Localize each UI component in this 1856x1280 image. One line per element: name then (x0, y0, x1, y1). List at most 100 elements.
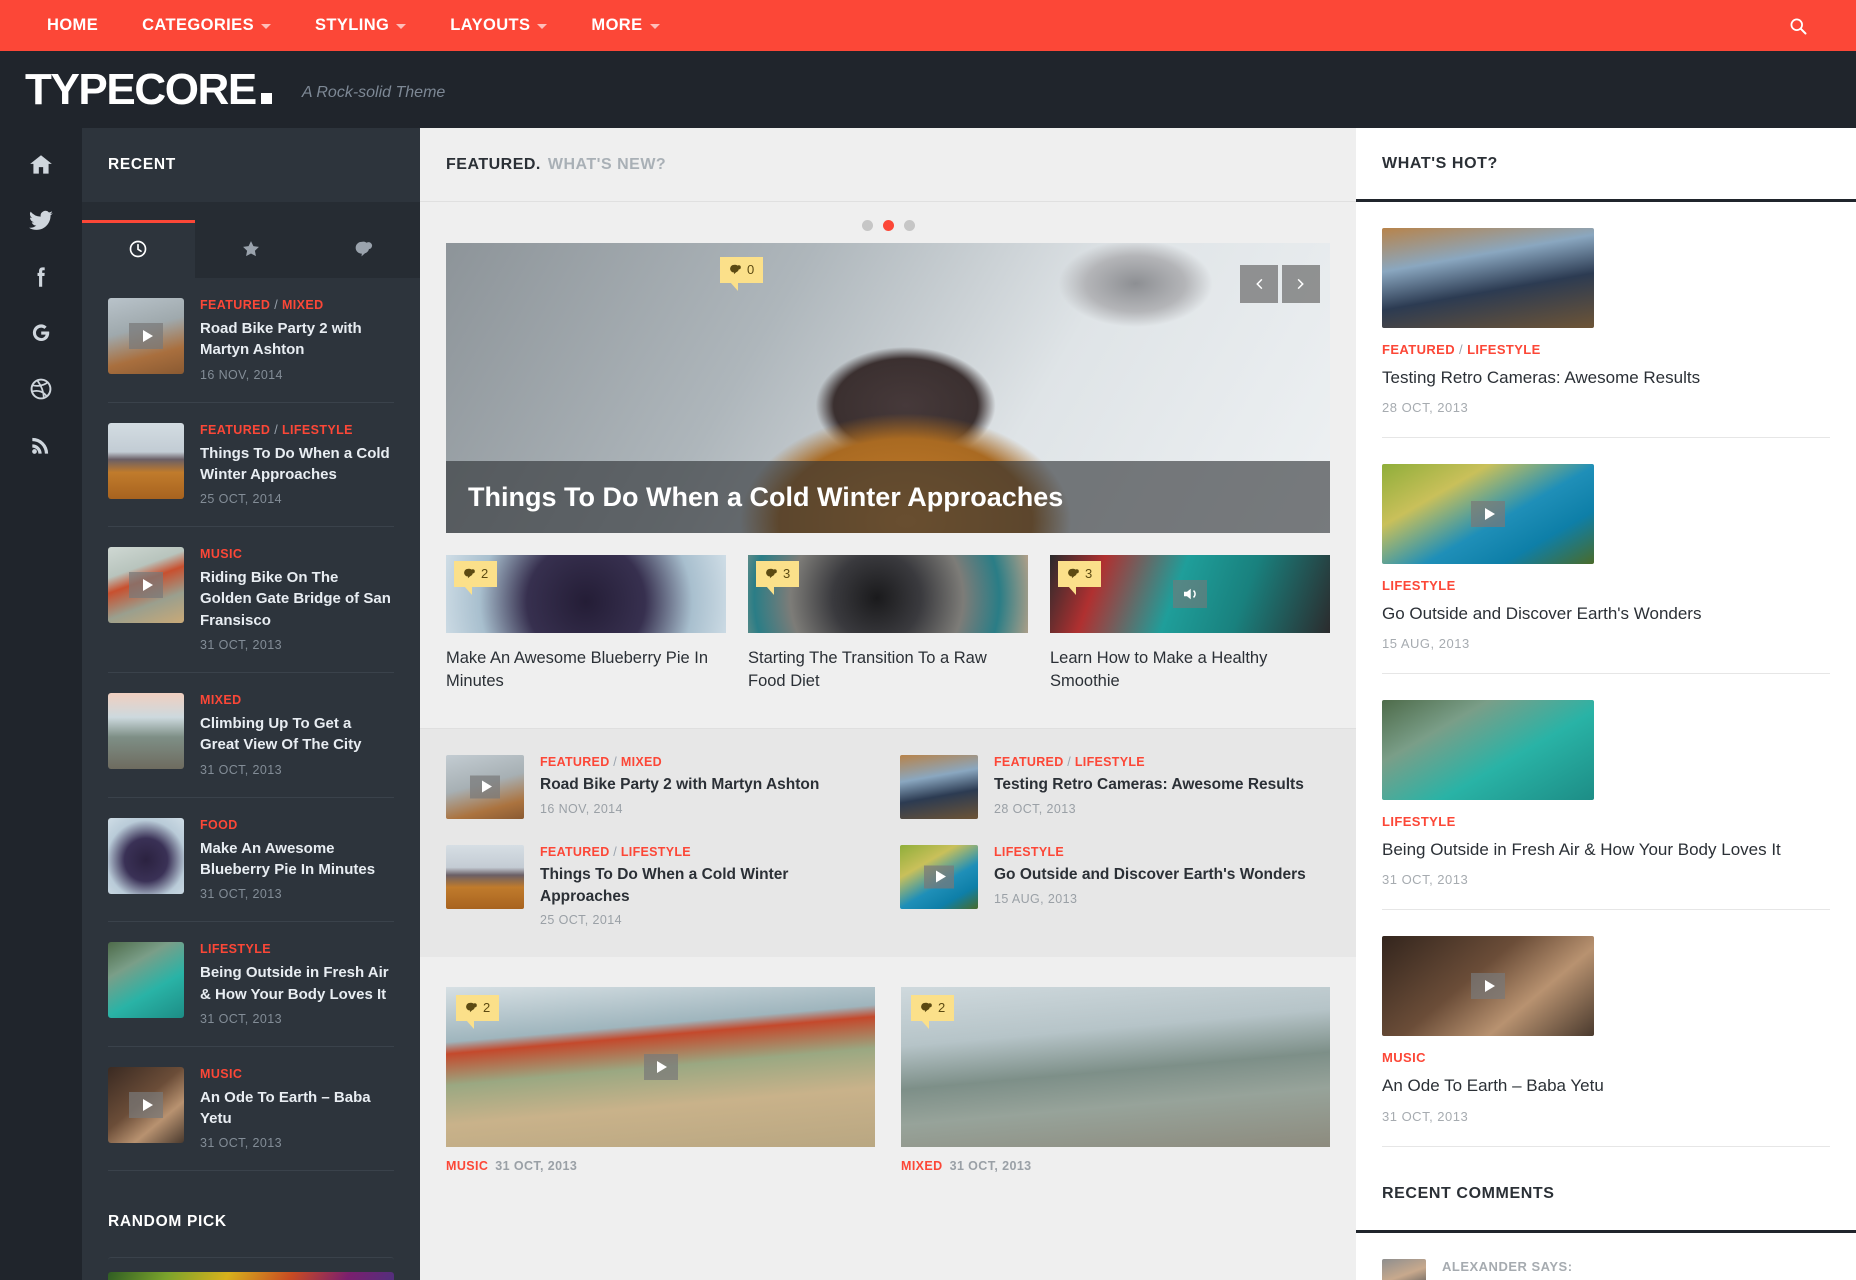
comment-count-badge[interactable]: 3 (1058, 561, 1101, 587)
category-label: FEATURED (540, 755, 610, 769)
thumb-title[interactable]: Make An Awesome Blueberry Pie In Minutes (446, 647, 726, 694)
play-icon[interactable] (1471, 973, 1505, 999)
post-title[interactable]: Climbing Up To Get a Great View Of The C… (200, 713, 394, 756)
play-icon[interactable] (470, 775, 500, 798)
list-item[interactable]: MUSIC An Ode To Earth – Baba Yetu 31 OCT… (108, 1047, 394, 1172)
post-title[interactable]: Road Bike Party 2 with Martyn Ashton (540, 774, 876, 796)
post-title[interactable]: Things To Do When a Cold Winter Approach… (200, 443, 394, 486)
post-categories[interactable]: LIFESTYLE (994, 845, 1330, 859)
search-button[interactable] (1776, 0, 1820, 51)
tab-popular[interactable] (195, 220, 308, 278)
featured-slide-image[interactable]: Things To Do When a Cold Winter Approach… (446, 243, 1330, 533)
recent-comments-header: RECENT COMMENTS (1356, 1159, 1856, 1233)
list-item[interactable]: FEATURED / LIFESTYLE Testing Retro Camer… (1382, 202, 1830, 438)
play-icon[interactable] (129, 323, 163, 349)
table-row[interactable]: FEATURED / MIXED Road Bike Party 2 with … (446, 755, 876, 819)
rss-icon[interactable] (26, 430, 56, 460)
post-categories[interactable]: FOOD (200, 818, 394, 832)
comment-count-badge[interactable]: 0 (720, 257, 763, 283)
post-categories[interactable]: LIFESTYLE (1382, 578, 1830, 593)
post-title[interactable]: Things To Do When a Cold Winter Approach… (540, 864, 876, 907)
featured-thumb-card[interactable]: 3 Learn How to Make a Healthy Smoothie (1050, 555, 1330, 694)
post-title[interactable]: Being Outside in Fresh Air & How Your Bo… (200, 962, 394, 1005)
tab-recent[interactable] (82, 220, 195, 278)
site-logo[interactable]: TYPECORE (25, 68, 272, 112)
google-plus-icon[interactable] (26, 318, 56, 348)
dribbble-icon[interactable] (26, 374, 56, 404)
featured-thumb-card[interactable]: 2 Make An Awesome Blueberry Pie In Minut… (446, 555, 726, 694)
table-row[interactable]: LIFESTYLE Go Outside and Discover Earth'… (900, 845, 1330, 927)
comment-count-badge[interactable]: 3 (756, 561, 799, 587)
nav-item-styling[interactable]: STYLING (293, 0, 428, 51)
comment-count-badge[interactable]: 2 (456, 995, 499, 1021)
category-label[interactable]: MIXED (901, 1159, 943, 1173)
list-item[interactable]: LIFESTYLE Go Outside and Discover Earth'… (1382, 438, 1830, 674)
random-pick-card[interactable] (108, 1257, 394, 1280)
table-row[interactable]: FEATURED / LIFESTYLE Testing Retro Camer… (900, 755, 1330, 819)
post-title[interactable]: Road Bike Party 2 with Martyn Ashton (200, 318, 394, 361)
play-icon[interactable] (1471, 501, 1505, 527)
comment-count: 0 (747, 262, 754, 277)
nav-item-more[interactable]: MORE (569, 0, 681, 51)
carousel-dot-3[interactable] (904, 220, 915, 231)
featured-thumb-card[interactable]: 3 Starting The Transition To a Raw Food … (748, 555, 1028, 694)
post-title[interactable]: Go Outside and Discover Earth's Wonders (994, 864, 1330, 886)
large-post-card[interactable]: 2 MUSIC31 OCT, 2013 (446, 987, 875, 1173)
post-categories[interactable]: MUSIC (200, 547, 394, 561)
list-item[interactable]: LIFESTYLE Being Outside in Fresh Air & H… (1382, 674, 1830, 910)
post-categories[interactable]: LIFESTYLE (200, 942, 394, 956)
play-icon[interactable] (129, 1092, 163, 1118)
slider-prev-button[interactable] (1240, 265, 1278, 303)
list-item[interactable]: MUSIC Riding Bike On The Golden Gate Bri… (108, 527, 394, 673)
post-categories[interactable]: MUSIC (200, 1067, 394, 1081)
post-title[interactable]: Go Outside and Discover Earth's Wonders (1382, 602, 1830, 626)
slider-next-button[interactable] (1282, 265, 1320, 303)
list-item[interactable]: FOOD Make An Awesome Blueberry Pie In Mi… (108, 798, 394, 923)
sound-icon[interactable] (1173, 580, 1207, 608)
list-item[interactable]: FEATURED / MIXED Road Bike Party 2 with … (108, 278, 394, 403)
comment-item[interactable]: ALEXANDER SAYS: You really went all (1356, 1233, 1856, 1280)
play-icon[interactable] (129, 572, 163, 598)
list-item[interactable]: MIXED Climbing Up To Get a Great View Of… (108, 673, 394, 798)
post-title[interactable]: Being Outside in Fresh Air & How Your Bo… (1382, 838, 1830, 862)
category-label[interactable]: MUSIC (446, 1159, 488, 1173)
post-title[interactable]: Testing Retro Cameras: Awesome Results (994, 774, 1330, 796)
thumb-title[interactable]: Starting The Transition To a Raw Food Di… (748, 647, 1028, 694)
post-title[interactable]: Make An Awesome Blueberry Pie In Minutes (200, 838, 394, 881)
carousel-dot-2[interactable] (883, 220, 894, 231)
thumb-title[interactable]: Learn How to Make a Healthy Smoothie (1050, 647, 1330, 694)
nav-item-home[interactable]: HOME (25, 0, 120, 51)
post-title[interactable]: An Ode To Earth – Baba Yetu (200, 1087, 394, 1130)
twitter-icon[interactable] (26, 206, 56, 236)
list-item[interactable]: LIFESTYLE Being Outside in Fresh Air & H… (108, 922, 394, 1047)
post-categories[interactable]: FEATURED / LIFESTYLE (540, 845, 876, 859)
recent-widget-title: RECENT (108, 156, 176, 174)
post-title[interactable]: Riding Bike On The Golden Gate Bridge of… (200, 567, 394, 631)
post-categories[interactable]: FEATURED / MIXED (540, 755, 876, 769)
list-item[interactable]: MUSIC An Ode To Earth – Baba Yetu 31 OCT… (1382, 910, 1830, 1146)
post-categories[interactable]: FEATURED / MIXED (200, 298, 394, 312)
featured-slide-title[interactable]: Things To Do When a Cold Winter Approach… (446, 461, 1330, 533)
post-categories[interactable]: LIFESTYLE (1382, 814, 1830, 829)
comment-count-badge[interactable]: 2 (911, 995, 954, 1021)
large-post-card[interactable]: 2 MIXED31 OCT, 2013 (901, 987, 1330, 1173)
post-categories[interactable]: MIXED (200, 693, 394, 707)
post-title[interactable]: Testing Retro Cameras: Awesome Results (1382, 366, 1830, 390)
comment-count-badge[interactable]: 2 (454, 561, 497, 587)
home-icon[interactable] (26, 150, 56, 180)
post-categories[interactable]: FEATURED / LIFESTYLE (200, 423, 394, 437)
nav-item-categories[interactable]: CATEGORIES (120, 0, 293, 51)
post-categories[interactable]: FEATURED / LIFESTYLE (994, 755, 1330, 769)
tab-comments[interactable] (307, 220, 420, 278)
play-icon[interactable] (644, 1054, 678, 1080)
post-categories[interactable]: MUSIC (1382, 1050, 1830, 1065)
facebook-icon[interactable] (26, 262, 56, 292)
play-icon[interactable] (924, 865, 954, 888)
post-categories[interactable]: FEATURED / LIFESTYLE (1382, 342, 1830, 357)
list-item[interactable]: FEATURED / LIFESTYLE Things To Do When a… (108, 403, 394, 528)
comment-icon (729, 263, 742, 276)
post-title[interactable]: An Ode To Earth – Baba Yetu (1382, 1074, 1830, 1098)
carousel-dot-1[interactable] (862, 220, 873, 231)
table-row[interactable]: FEATURED / LIFESTYLE Things To Do When a… (446, 845, 876, 927)
nav-item-layouts[interactable]: LAYOUTS (428, 0, 569, 51)
